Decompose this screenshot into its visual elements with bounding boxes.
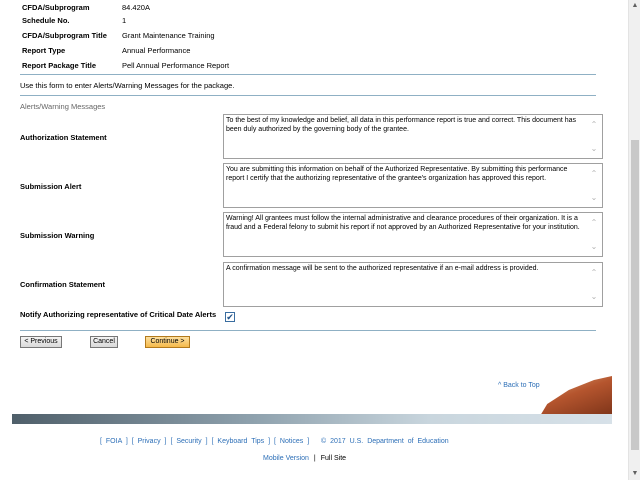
textarea-text: A confirmation message will be sent to t… <box>226 265 539 272</box>
continue-button[interactable]: Continue > <box>145 336 190 348</box>
textarea-scrollbar[interactable]: ⌃ ⌄ <box>588 115 600 158</box>
meta-value: Grant Maintenance Training <box>122 30 215 40</box>
submission-warning-textarea[interactable]: Warning! All grantees must follow the in… <box>223 212 603 257</box>
footer-link-foia[interactable]: FOIA <box>106 438 122 445</box>
submission-alert-label: Submission Alert <box>20 182 82 191</box>
form-instruction: Use this form to enter Alerts/Warning Me… <box>20 81 235 90</box>
meta-row-schedule: Schedule No. 1 <box>22 13 126 27</box>
textarea-scrollbar[interactable]: ⌃ ⌄ <box>588 263 600 306</box>
mobile-version-link[interactable]: Mobile Version <box>263 455 309 462</box>
roof-decoration <box>540 376 612 416</box>
authorization-statement-textarea[interactable]: To the best of my knowledge and belief, … <box>223 114 603 159</box>
confirmation-statement-label: Confirmation Statement <box>20 280 106 289</box>
footer-link-keyboard-tips[interactable]: Keyboard Tips <box>217 438 264 445</box>
meta-row-package-title: Report Package Title Pell Annual Perform… <box>22 58 229 72</box>
back-to-top-link[interactable]: ^ Back to Top <box>498 382 540 389</box>
textarea-scrollbar[interactable]: ⌃ ⌄ <box>588 164 600 207</box>
footer-links: [ FOIA ] [ Privacy ] [ Security ] [ Keyb… <box>100 438 449 445</box>
chevron-up-icon[interactable]: ⌃ <box>588 267 600 279</box>
footer-link-privacy[interactable]: Privacy <box>138 438 161 445</box>
previous-button[interactable]: < Previous <box>20 336 62 348</box>
textarea-text: You are submitting this information on b… <box>226 166 568 182</box>
confirmation-statement-textarea[interactable]: A confirmation message will be sent to t… <box>223 262 603 307</box>
meta-label: Schedule No. <box>22 15 70 25</box>
copyright-notice: © 2017 U.S. Department of Education <box>321 438 449 445</box>
chevron-down-icon[interactable]: ⌄ <box>588 143 600 155</box>
meta-value: Annual Performance <box>122 45 191 55</box>
footer-link-security[interactable]: Security <box>176 438 201 445</box>
meta-value: 84.420A <box>122 2 150 12</box>
divider <box>20 95 596 96</box>
textarea-text: To the best of my knowledge and belief, … <box>226 117 577 133</box>
chevron-up-icon[interactable]: ⌃ <box>588 119 600 131</box>
meta-label: CFDA/Subprogram Title <box>22 30 107 40</box>
chevron-down-icon[interactable]: ⌄ <box>588 241 600 253</box>
full-site-label: Full Site <box>320 455 347 462</box>
meta-label: CFDA/Subprogram <box>22 2 90 12</box>
divider <box>20 330 596 331</box>
scroll-down-icon[interactable]: ▼ <box>629 468 640 480</box>
meta-label: Report Package Title <box>22 60 97 70</box>
textarea-text: Warning! All grantees must follow the in… <box>226 215 580 231</box>
meta-row-title: CFDA/Subprogram Title Grant Maintenance … <box>22 28 215 42</box>
chevron-up-icon[interactable]: ⌃ <box>588 217 600 229</box>
submission-warning-label: Submission Warning <box>20 231 95 240</box>
footer-banner <box>12 414 612 424</box>
version-switcher: Mobile Version | Full Site <box>263 455 347 462</box>
meta-label: Report Type <box>22 45 66 55</box>
scroll-up-icon[interactable]: ▲ <box>629 0 640 12</box>
meta-row-cfda: CFDA/Subprogram 84.420A <box>22 0 150 14</box>
submission-alert-textarea[interactable]: You are submitting this information on b… <box>223 163 603 208</box>
meta-value: 1 <box>122 15 127 25</box>
cancel-button[interactable]: Cancel <box>90 336 118 348</box>
section-title: Alerts/Warning Messages <box>20 102 106 111</box>
chevron-up-icon[interactable]: ⌃ <box>588 168 600 180</box>
scroll-thumb[interactable] <box>631 140 639 450</box>
notify-critical-alerts-checkbox[interactable]: ✔ <box>225 312 235 322</box>
chevron-down-icon[interactable]: ⌄ <box>588 291 600 303</box>
chevron-down-icon[interactable]: ⌄ <box>588 192 600 204</box>
textarea-scrollbar[interactable]: ⌃ ⌄ <box>588 213 600 256</box>
meta-value: Pell Annual Performance Report <box>122 60 230 70</box>
divider <box>20 74 596 75</box>
meta-row-report-type: Report Type Annual Performance <box>22 43 190 57</box>
page-scrollbar[interactable]: ▲ ▼ <box>628 0 640 480</box>
authorization-statement-label: Authorization Statement <box>20 133 107 142</box>
footer-link-notices[interactable]: Notices <box>280 438 303 445</box>
notify-critical-alerts-label: Notify Authorizing representative of Cri… <box>20 310 217 319</box>
